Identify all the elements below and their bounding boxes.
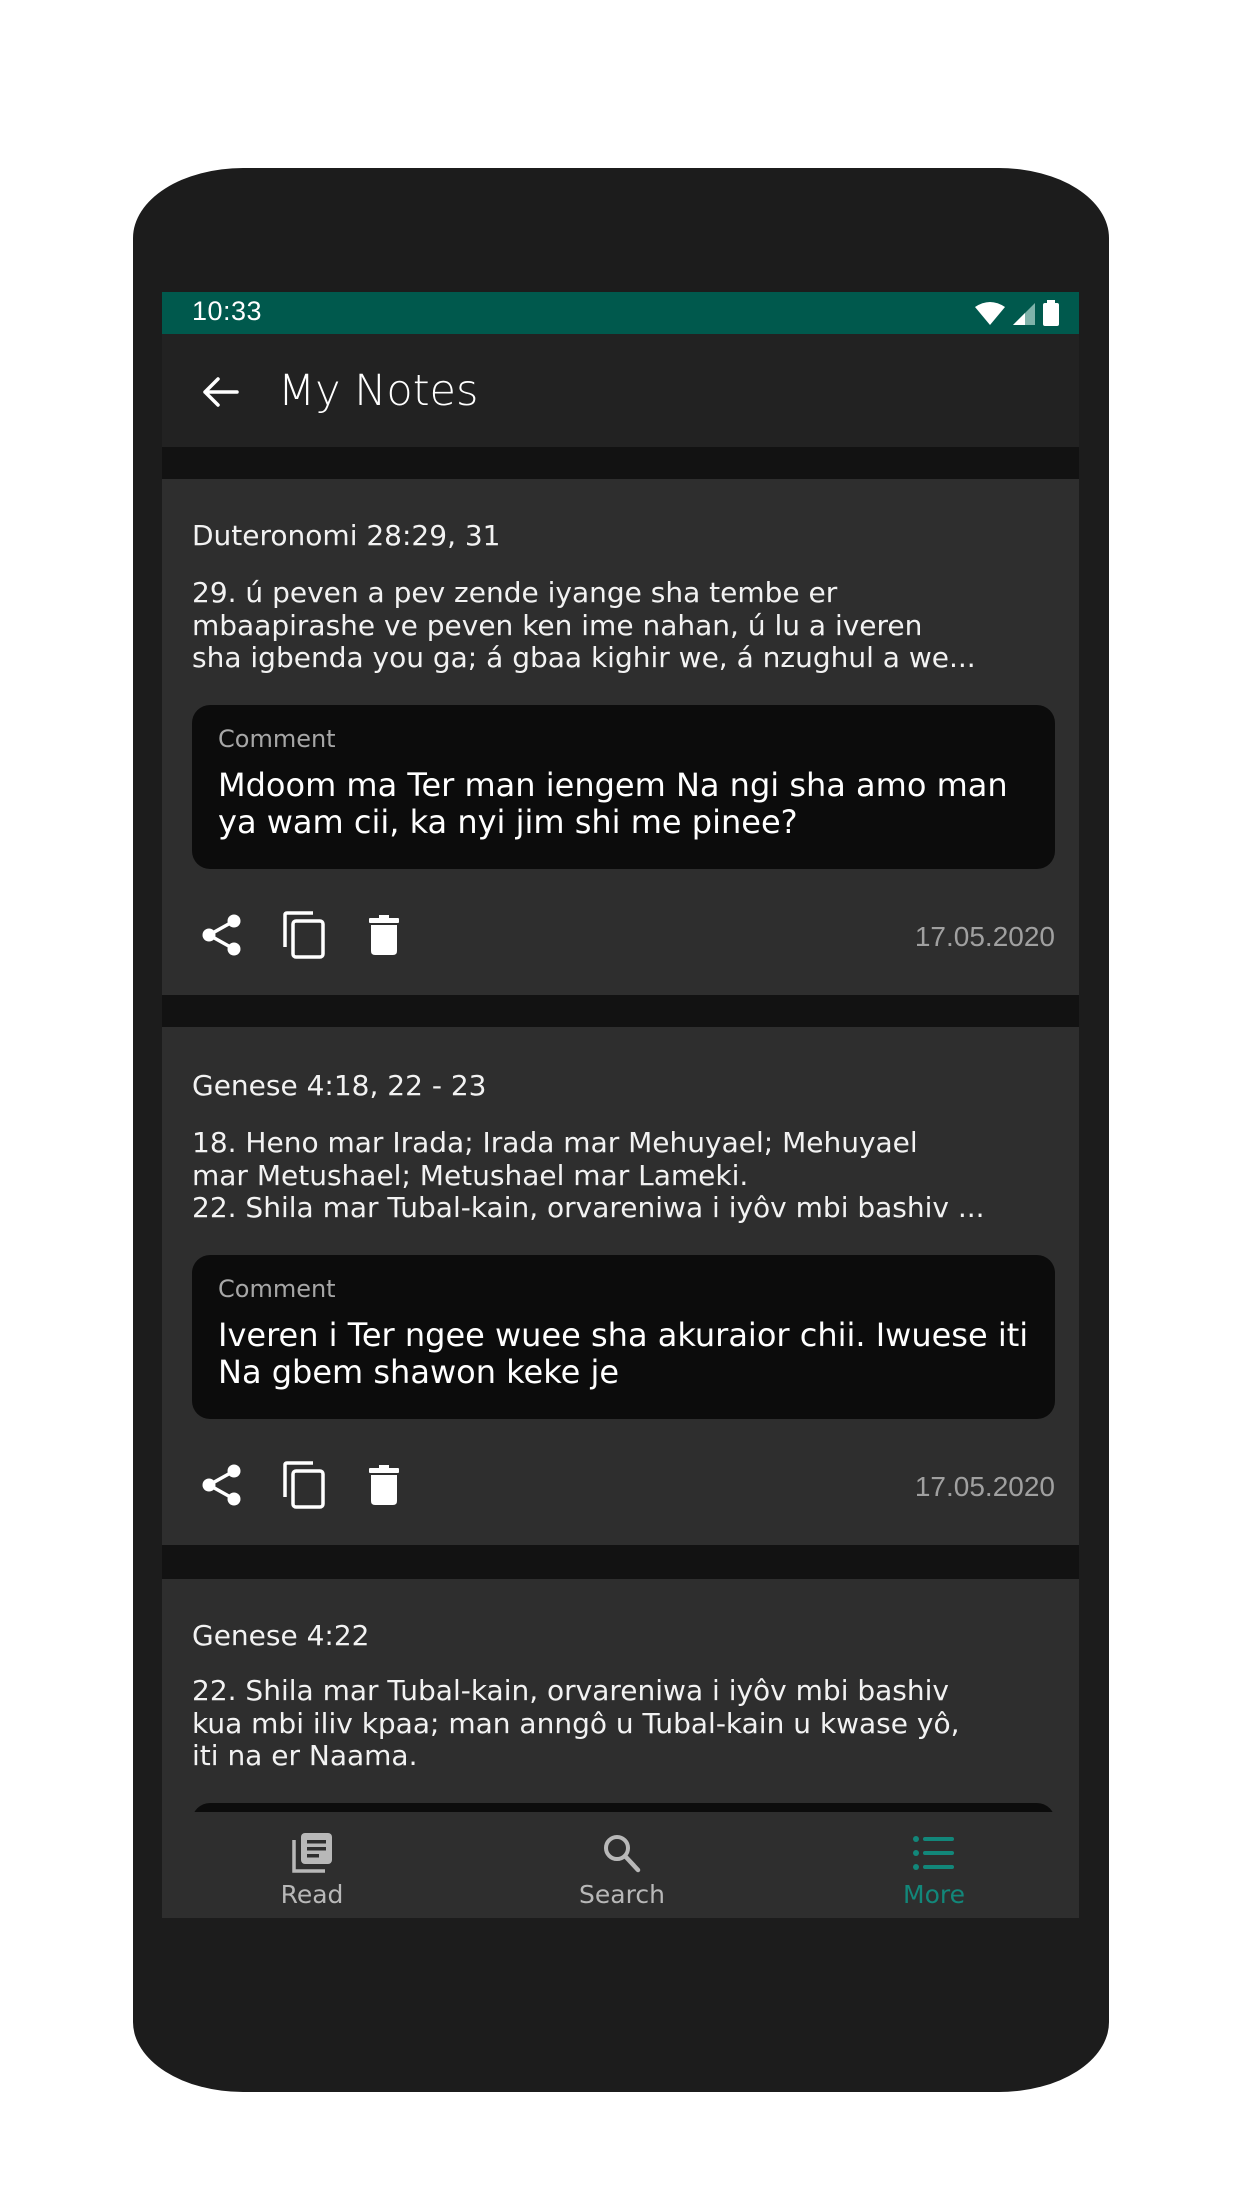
nav-item-search[interactable]: Search bbox=[522, 1812, 722, 1918]
nav-item-read[interactable]: Read bbox=[212, 1812, 412, 1918]
delete-icon bbox=[369, 915, 399, 955]
copy-button[interactable] bbox=[278, 1457, 330, 1513]
note-verse-text: 18. Heno mar Irada; Irada mar Mehuyael; … bbox=[192, 1126, 985, 1224]
share-icon bbox=[202, 1464, 241, 1506]
wifi-icon bbox=[975, 302, 1005, 325]
note-verse-text: 22. Shila mar Tubal-kain, orvareniwa i i… bbox=[192, 1674, 960, 1772]
note-date: 17.05.2020 bbox=[914, 921, 1055, 952]
app-screen: 10:33 My Notes Duteronomi 28:29, 31 29. … bbox=[162, 292, 1079, 1918]
comment-box: Comment Mdoom ma Ter man iengem Na ngi s… bbox=[192, 705, 1055, 869]
delete-button[interactable] bbox=[358, 907, 410, 963]
status-time: 10:33 bbox=[192, 296, 263, 326]
share-button[interactable] bbox=[196, 1457, 248, 1513]
app-bar: My Notes bbox=[162, 334, 1079, 447]
share-button[interactable] bbox=[196, 907, 248, 963]
note-actions: 17.05.2020 bbox=[192, 907, 1055, 967]
signal-icon bbox=[1013, 303, 1035, 325]
back-button[interactable] bbox=[192, 364, 248, 420]
note-reference: Duteronomi 28:29, 31 bbox=[192, 519, 501, 552]
note-date: 17.05.2020 bbox=[914, 1471, 1055, 1502]
nav-label: Search bbox=[579, 1880, 665, 1909]
copy-button[interactable] bbox=[278, 907, 330, 963]
book-icon bbox=[292, 1833, 332, 1873]
comment-label: Comment bbox=[218, 725, 336, 753]
note-card[interactable]: Genese 4:18, 22 - 23 18. Heno mar Irada;… bbox=[162, 1027, 1079, 1545]
delete-icon bbox=[369, 1465, 399, 1505]
note-actions: 17.05.2020 bbox=[192, 1457, 1055, 1517]
battery-icon bbox=[1043, 300, 1059, 326]
page-title: My Notes bbox=[278, 366, 479, 416]
note-card[interactable]: Duteronomi 28:29, 31 29. ú peven a pev z… bbox=[162, 479, 1079, 995]
status-bar: 10:33 bbox=[162, 292, 1079, 334]
search-icon bbox=[604, 1835, 641, 1873]
comment-label: Comment bbox=[218, 1275, 336, 1303]
note-verse-text: 29. ú peven a pev zende iyange sha tembe… bbox=[192, 576, 976, 674]
copy-icon bbox=[283, 911, 325, 959]
arrow-left-icon bbox=[203, 377, 239, 407]
copy-icon bbox=[283, 1461, 325, 1509]
delete-button[interactable] bbox=[358, 1457, 410, 1513]
nav-label: More bbox=[903, 1880, 965, 1909]
list-icon bbox=[913, 1836, 954, 1870]
comment-text: Iveren i Ter ngee wuee sha akuraior chii… bbox=[218, 1316, 1029, 1391]
note-reference: Genese 4:22 bbox=[192, 1619, 370, 1652]
bottom-navigation: Read Search More bbox=[162, 1812, 1079, 1918]
share-icon bbox=[202, 914, 241, 956]
nav-item-more[interactable]: More bbox=[834, 1812, 1034, 1918]
note-reference: Genese 4:18, 22 - 23 bbox=[192, 1069, 487, 1102]
nav-label: Read bbox=[280, 1880, 344, 1909]
comment-text: Mdoom ma Ter man iengem Na ngi sha amo m… bbox=[218, 766, 1008, 841]
comment-box: Comment Iveren i Ter ngee wuee sha akura… bbox=[192, 1255, 1055, 1419]
